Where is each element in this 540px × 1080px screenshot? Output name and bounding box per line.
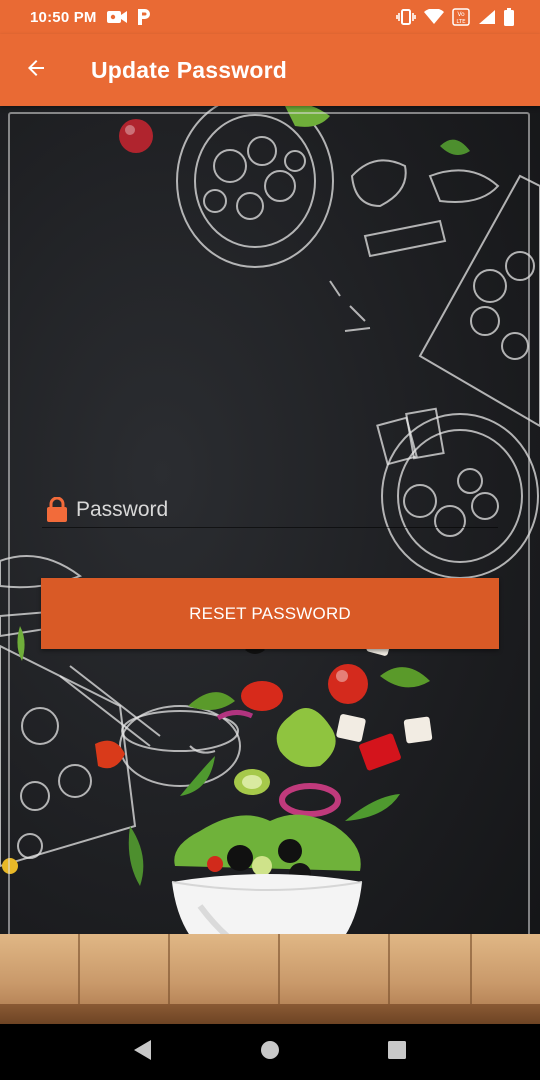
navigation-bar [0,1024,540,1080]
arrow-left-icon [24,56,48,85]
parking-p-icon [137,8,151,26]
battery-icon [504,8,514,26]
svg-text:Vo: Vo [457,11,465,18]
lock-icon [42,495,72,525]
nav-home-button[interactable] [242,1024,298,1080]
content-area: RESET PASSWORD [0,106,540,1024]
app-bar: Update Password [0,34,540,106]
status-bar: 10:50 PM Vo LTE [0,0,540,34]
nav-recents-button[interactable] [369,1024,425,1080]
reset-password-button[interactable]: RESET PASSWORD [41,578,499,649]
volte-icon: Vo LTE [452,8,470,26]
table-edge [0,1004,540,1024]
password-field[interactable] [42,492,498,528]
chalk-frame [8,112,530,992]
nav-back-triangle-icon [133,1039,153,1066]
back-button[interactable] [0,34,72,106]
svg-text:LTE: LTE [456,19,466,25]
wifi-icon [424,9,444,25]
nav-back-button[interactable] [115,1024,171,1080]
page-title: Update Password [91,56,287,83]
nav-home-circle-icon [260,1040,280,1065]
password-input[interactable] [76,497,476,522]
nav-recents-square-icon [387,1040,407,1065]
signal-icon [478,9,496,25]
vibrate-icon [396,9,416,25]
status-time: 10:50 PM [30,8,97,26]
video-camera-icon [106,10,127,24]
